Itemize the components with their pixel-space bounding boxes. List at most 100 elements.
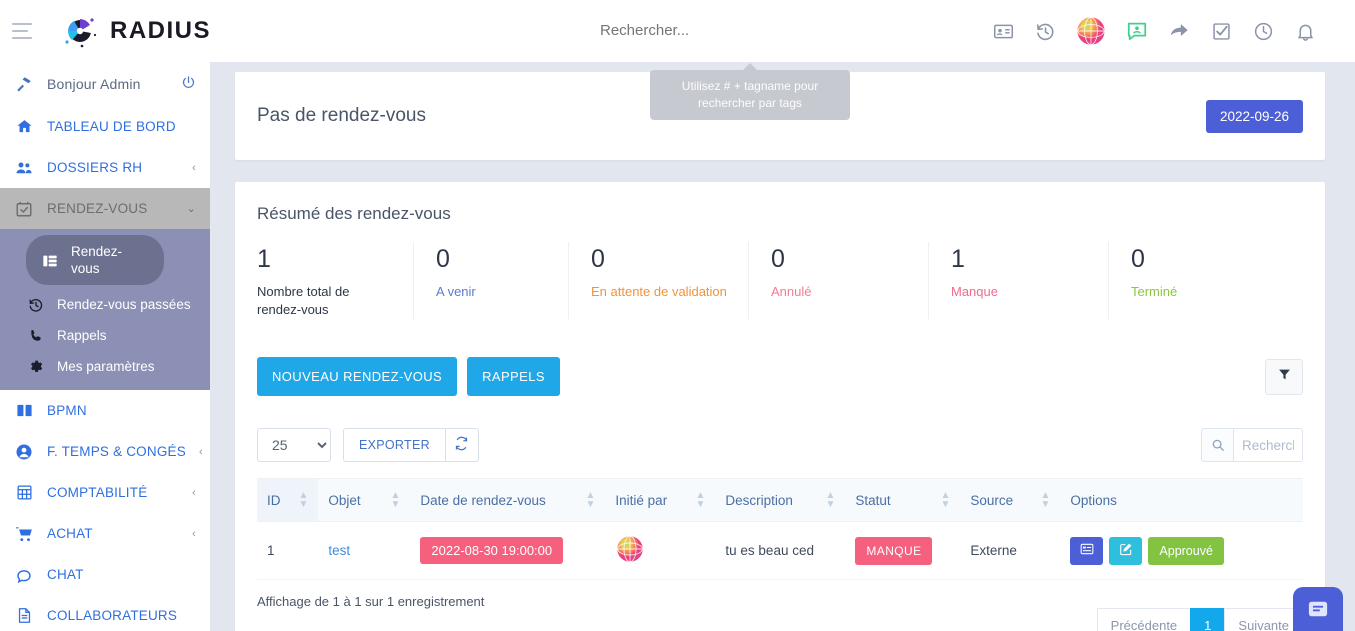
refresh-button[interactable] bbox=[444, 428, 479, 462]
sort-icon: ▲ ▼ bbox=[940, 490, 951, 510]
sidebar-item-dossiers-rh[interactable]: DOSSIERS RH ‹ bbox=[0, 147, 210, 188]
sidebar-subitem-rappels[interactable]: Rappels bbox=[0, 320, 210, 351]
col-options: Options bbox=[1060, 478, 1303, 522]
stat-label: En attente de validation bbox=[591, 284, 727, 299]
sidebar-item-label: TABLEAU DE BORD bbox=[47, 119, 176, 134]
top-icon-bar bbox=[991, 0, 1317, 62]
col-label: Statut bbox=[855, 492, 891, 508]
sidebar-greeting: Bonjour Admin bbox=[0, 62, 210, 106]
share-arrow-icon[interactable] bbox=[1167, 19, 1191, 43]
history-icon bbox=[26, 297, 46, 313]
col-source[interactable]: Source ▲ ▼ bbox=[960, 478, 1061, 522]
stat-value: 0 bbox=[771, 245, 785, 273]
subitem-label: Rendez-vous passées bbox=[57, 297, 191, 312]
power-icon[interactable] bbox=[181, 75, 196, 93]
sidebar-item-label: F. TEMPS & CONGÉS bbox=[47, 444, 186, 459]
calendar-check-icon bbox=[14, 200, 34, 218]
globe-avatar-icon bbox=[615, 535, 645, 567]
stat-label: A venir bbox=[436, 284, 476, 299]
hamburger-line bbox=[12, 30, 28, 32]
document-icon bbox=[14, 607, 34, 624]
table-row[interactable]: 1 test 2022-08-30 19:00:00 tu es beau ce… bbox=[257, 521, 1303, 580]
table-search-input[interactable] bbox=[1233, 428, 1303, 462]
pagination-next[interactable]: Suivante bbox=[1224, 608, 1303, 631]
table-header-row: ID ▲ ▼ Objet ▲ ▼ Date de rendez-vous ▲ ▼… bbox=[257, 478, 1303, 522]
search-icon[interactable] bbox=[1201, 428, 1233, 462]
sidebar-item-collaborateurs[interactable]: COLLABORATEURS bbox=[0, 595, 210, 631]
sidebar-subitem-rendez-vous-passees[interactable]: Rendez-vous passées bbox=[0, 289, 210, 320]
sidebar-subitem-rendez-vous[interactable]: Rendez-vous bbox=[26, 235, 164, 285]
history-icon[interactable] bbox=[1033, 19, 1057, 43]
stat-manque: 1 Manque bbox=[928, 242, 1108, 319]
edit-button[interactable] bbox=[1109, 536, 1143, 565]
main-content: Pas de rendez-vous 2022-09-26 Résumé des… bbox=[211, 62, 1355, 631]
pagination: Précédente 1 Suivante bbox=[1096, 608, 1303, 631]
col-label: Description bbox=[725, 492, 793, 508]
sidebar-item-bpmn[interactable]: BPMN bbox=[0, 390, 210, 431]
reminders-button[interactable]: RAPPELS bbox=[467, 357, 560, 396]
cell-source: Externe bbox=[960, 521, 1061, 580]
sidebar-item-tableau-de-bord[interactable]: TABLEAU DE BORD bbox=[0, 106, 210, 147]
table-body: 1 test 2022-08-30 19:00:00 tu es beau ce… bbox=[257, 521, 1303, 580]
col-description[interactable]: Description ▲ ▼ bbox=[715, 478, 846, 522]
status-badge: MANQUE bbox=[855, 536, 933, 565]
col-date[interactable]: Date de rendez-vous ▲ ▼ bbox=[410, 478, 606, 522]
users-icon bbox=[14, 159, 34, 177]
sidebar-item-label: COMPTABILITÉ bbox=[47, 485, 148, 500]
action-bar: NOUVEAU RENDEZ-VOUS RAPPELS bbox=[257, 339, 1303, 416]
col-objet[interactable]: Objet ▲ ▼ bbox=[318, 478, 411, 522]
sidebar-subitem-mes-parametres[interactable]: Mes paramètres bbox=[0, 351, 210, 382]
cell-objet[interactable]: test bbox=[318, 521, 411, 580]
chat-widget-button[interactable] bbox=[1293, 587, 1343, 631]
pencil-square-icon bbox=[1119, 542, 1133, 559]
sidebar-item-achat[interactable]: ACHAT ‹ bbox=[0, 513, 210, 554]
chat-icon bbox=[14, 566, 34, 584]
home-icon bbox=[14, 118, 34, 135]
contact-card-icon[interactable] bbox=[991, 19, 1015, 43]
export-button[interactable]: EXPORTER bbox=[343, 428, 445, 462]
cell-statut: MANQUE bbox=[845, 521, 961, 580]
hammer-icon bbox=[14, 75, 34, 93]
brand-name: RADIUS bbox=[110, 17, 212, 44]
stat-annule: 0 Annulé bbox=[748, 242, 928, 319]
user-circle-icon bbox=[14, 443, 34, 461]
summary-title: Résumé des rendez-vous bbox=[257, 204, 451, 223]
bell-icon[interactable] bbox=[1293, 19, 1317, 43]
filter-button[interactable] bbox=[1265, 358, 1303, 395]
col-initie-par[interactable]: Initié par ▲ ▼ bbox=[605, 478, 716, 522]
new-appointment-button[interactable]: NOUVEAU RENDEZ-VOUS bbox=[257, 357, 458, 396]
chat-window-icon bbox=[1307, 598, 1329, 625]
cell-description: tu es beau ced bbox=[715, 521, 846, 580]
filter-icon bbox=[1278, 368, 1291, 386]
col-id[interactable]: ID ▲ ▼ bbox=[257, 478, 319, 522]
page-length-select[interactable]: 25 bbox=[257, 428, 331, 462]
sidebar-item-f-temps-conges[interactable]: F. TEMPS & CONGÉS ‹ bbox=[0, 431, 210, 472]
col-statut[interactable]: Statut ▲ ▼ bbox=[845, 478, 961, 522]
col-label: Source bbox=[970, 492, 1014, 508]
sidebar-item-comptabilite[interactable]: COMPTABILITÉ ‹ bbox=[0, 472, 210, 513]
globe-logo-icon[interactable] bbox=[1075, 15, 1107, 47]
pagination-page-1[interactable]: 1 bbox=[1190, 608, 1225, 631]
pagination-previous[interactable]: Précédente bbox=[1096, 608, 1191, 631]
chevron-down-icon: ⌄ bbox=[186, 203, 196, 215]
clock-icon[interactable] bbox=[1251, 19, 1275, 43]
menu-toggle-icon[interactable] bbox=[12, 23, 32, 39]
top-bar: RADIUS bbox=[0, 0, 1355, 62]
checkbox-task-icon[interactable] bbox=[1209, 19, 1233, 43]
table-controls: 25 EXPORTER bbox=[257, 416, 1303, 478]
approve-button[interactable]: Approuvé bbox=[1148, 536, 1224, 565]
sidebar-item-chat[interactable]: CHAT bbox=[0, 554, 210, 595]
sort-icon: ▲ ▼ bbox=[298, 490, 309, 510]
calculator-icon bbox=[14, 484, 34, 501]
global-search-input[interactable] bbox=[600, 22, 860, 39]
cell-date: 2022-08-30 19:00:00 bbox=[410, 521, 606, 580]
col-label: Options bbox=[1070, 492, 1117, 508]
sidebar-item-rendez-vous[interactable]: RENDEZ-VOUS ⌄ bbox=[0, 188, 210, 229]
stat-value: 0 bbox=[591, 245, 605, 273]
brand[interactable]: RADIUS bbox=[60, 11, 211, 51]
stat-total: 1 Nombre total de rendez-vous bbox=[257, 242, 413, 319]
user-message-icon[interactable] bbox=[1125, 19, 1149, 43]
detail-button[interactable] bbox=[1070, 536, 1104, 565]
stat-label: Manque bbox=[951, 284, 998, 299]
date-button[interactable]: 2022-09-26 bbox=[1205, 99, 1303, 133]
